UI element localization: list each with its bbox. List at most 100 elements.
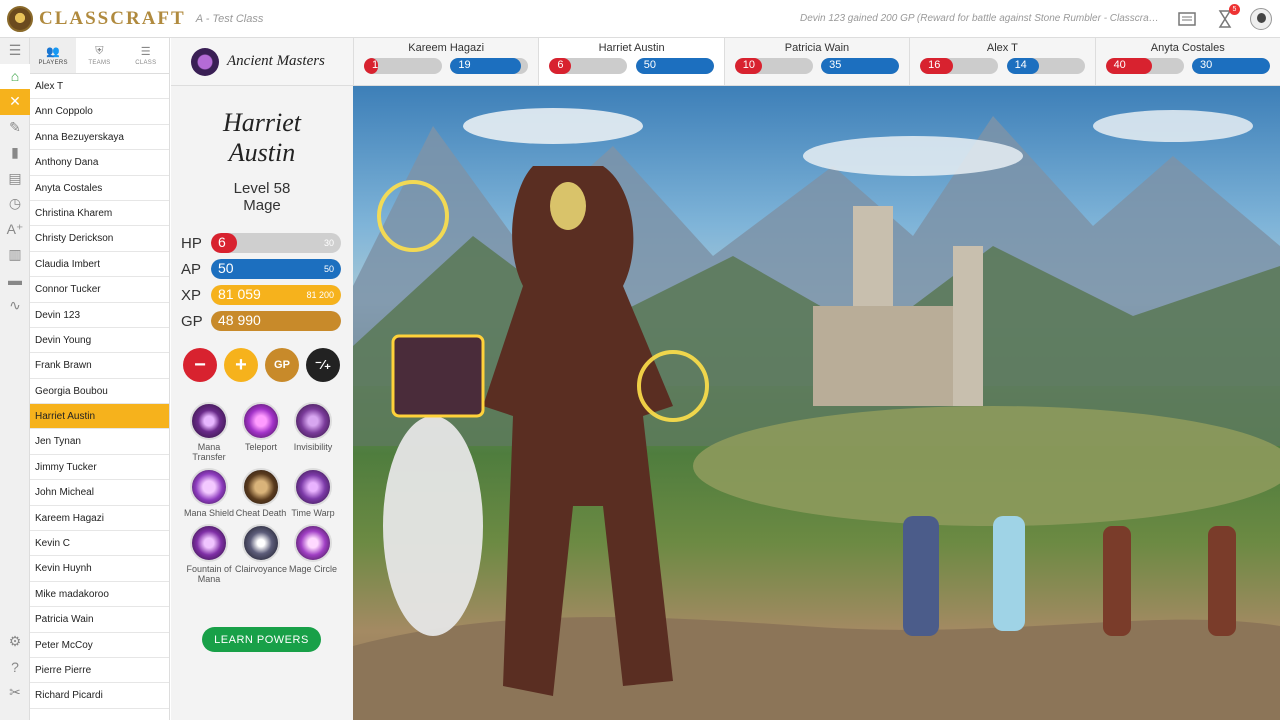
power-mana-transfer[interactable]: Mana Transfer	[183, 402, 235, 462]
tools-icon[interactable]: ✂	[0, 680, 30, 706]
team-name: Ancient Masters	[227, 53, 325, 69]
player-item[interactable]: Claudia Imbert	[30, 252, 169, 278]
hp-bar: 6 30	[211, 233, 341, 253]
tab-class[interactable]: ☰ CLASS	[123, 38, 169, 73]
mage-circle-icon	[294, 524, 332, 562]
notification-text[interactable]: Devin 123 gained 200 GP (Reward for batt…	[800, 13, 1160, 24]
member-hp-value: 16	[928, 59, 941, 71]
player-item[interactable]: Jimmy Tucker	[30, 455, 169, 481]
power-label: Fountain of Mana	[186, 564, 232, 584]
map-icon[interactable]: ▤	[0, 166, 30, 192]
power-mana-shield[interactable]: Mana Shield	[183, 468, 235, 518]
power-label: Clairvoyance	[235, 564, 288, 574]
team-member-card[interactable]: Alex T 16 14	[909, 38, 1094, 85]
player-item[interactable]: Pierre Pierre	[30, 658, 169, 684]
player-item[interactable]: Anthony Dana	[30, 150, 169, 176]
tab-class-label: CLASS	[135, 60, 157, 66]
member-name: Kareem Hagazi	[408, 42, 485, 54]
hp-stat[interactable]: HP 6 30	[181, 232, 341, 254]
hp-label: HP	[181, 234, 202, 252]
player-item[interactable]: Christy Derickson	[30, 226, 169, 252]
player-item[interactable]: Alex T	[30, 74, 169, 100]
stats-icon[interactable]: ∿	[0, 293, 30, 319]
profile-avatar[interactable]	[1250, 8, 1272, 30]
app-name[interactable]: CLASSCRAFT	[39, 8, 186, 30]
clairvoyance-icon	[242, 524, 280, 562]
players-icon: 👥	[46, 46, 61, 58]
power-time-warp[interactable]: Time Warp	[287, 468, 339, 518]
power-label: Time Warp	[291, 508, 335, 518]
character-first-name: Harriet	[223, 108, 301, 137]
team-member-card[interactable]: Patricia Wain 10 35	[723, 38, 909, 85]
player-item[interactable]: Jen Tynan	[30, 429, 169, 455]
power-invisibility[interactable]: Invisibility	[287, 402, 339, 462]
tab-teams[interactable]: ⛨ TEAMS	[76, 38, 122, 73]
player-item[interactable]: Devin Young	[30, 328, 169, 354]
player-item[interactable]: Kevin C	[30, 531, 169, 557]
player-item[interactable]: Peter McCoy	[30, 633, 169, 658]
class-name[interactable]: A - Test Class	[196, 13, 264, 25]
member-hp-bar: 1	[364, 58, 442, 74]
player-item[interactable]: Frank Brawn	[30, 353, 169, 379]
player-item[interactable]: Connor Tucker	[30, 277, 169, 303]
scene-illustration	[353, 108, 1280, 720]
player-item[interactable]: Kareem Hagazi	[30, 506, 169, 532]
member-hp-value: 6	[557, 59, 564, 71]
book-icon[interactable]: ▮	[0, 140, 30, 166]
player-item[interactable]: Ann Coppolo	[30, 99, 169, 125]
home-icon[interactable]: ⌂	[0, 63, 30, 89]
player-item[interactable]: Anyta Costales	[30, 176, 169, 201]
power-fountain-of-mana[interactable]: Fountain of Mana	[183, 524, 235, 584]
classcraft-logo-icon[interactable]	[7, 5, 33, 32]
power-cheat-death[interactable]: Cheat Death	[235, 468, 287, 518]
menu-icon[interactable]: ☰	[0, 38, 30, 64]
ap-stat[interactable]: AP 50 50	[181, 258, 341, 280]
learn-powers-button[interactable]: LEARN POWERS	[202, 627, 321, 652]
member-ap-value: 30	[1199, 59, 1213, 71]
xp-bar: 81 059 81 200	[211, 285, 341, 305]
news-icon[interactable]	[1176, 8, 1198, 30]
add-points-button[interactable]: +	[224, 348, 258, 382]
power-clairvoyance[interactable]: Clairvoyance	[235, 524, 287, 584]
player-item[interactable]: Christina Kharem	[30, 201, 169, 227]
player-item[interactable]: Anna Bezuyerskaya	[30, 125, 169, 151]
team-member-card[interactable]: Kareem Hagazi 1 19	[353, 38, 538, 85]
grade-icon[interactable]: A⁺	[0, 217, 30, 243]
player-item[interactable]: Georgia Boubou	[30, 379, 169, 405]
remove-points-button[interactable]: −	[183, 348, 217, 382]
character-last-name: Austin	[228, 138, 296, 167]
member-name: Alex T	[986, 42, 1018, 54]
hourglass-icon[interactable]: 5	[1214, 4, 1240, 30]
tab-players[interactable]: 👥 PLAYERS	[30, 38, 77, 73]
power-teleport[interactable]: Teleport	[235, 402, 287, 462]
xp-stat[interactable]: XP 81 059 81 200	[181, 284, 341, 306]
player-item[interactable]: John Micheal	[30, 480, 169, 506]
power-label: Mage Circle	[288, 564, 337, 574]
member-ap-value: 19	[458, 59, 471, 71]
team-emblem-icon	[191, 47, 219, 76]
team-member-card[interactable]: Anyta Costales 40 30	[1094, 38, 1280, 85]
invisibility-icon	[294, 402, 332, 440]
player-item[interactable]: Richard Picardi	[30, 683, 169, 709]
team-member-card-selected[interactable]: Harriet Austin 6 50	[538, 38, 724, 85]
player-item[interactable]: Kevin Huynh	[30, 556, 169, 582]
gp-button[interactable]: GP	[265, 348, 299, 382]
gp-stat[interactable]: GP 48 990	[181, 310, 341, 332]
player-item[interactable]: Patricia Wain	[30, 607, 169, 633]
power-label: Mana Transfer	[192, 442, 226, 462]
member-ap-bar: 30	[1191, 58, 1270, 74]
party-figures	[903, 516, 1236, 636]
atlas-icon[interactable]: ▥	[0, 242, 30, 268]
player-item[interactable]: Mike madakoroo	[30, 582, 169, 608]
adjust-button[interactable]: ⁻∕₊	[306, 348, 340, 382]
player-item[interactable]: Devin 123	[30, 303, 169, 328]
swords-icon[interactable]: ✕	[0, 89, 30, 115]
team-identity[interactable]: Ancient Masters	[171, 38, 353, 85]
settings-icon[interactable]: ⚙	[0, 629, 30, 655]
player-item-selected[interactable]: Harriet Austin	[30, 404, 169, 430]
power-mage-circle[interactable]: Mage Circle	[287, 524, 339, 584]
chat-icon[interactable]: ▬	[0, 268, 30, 294]
clock-icon[interactable]: ◷	[0, 191, 30, 217]
scroll-icon[interactable]: ✎	[0, 115, 30, 141]
help-icon[interactable]: ?	[0, 655, 30, 681]
